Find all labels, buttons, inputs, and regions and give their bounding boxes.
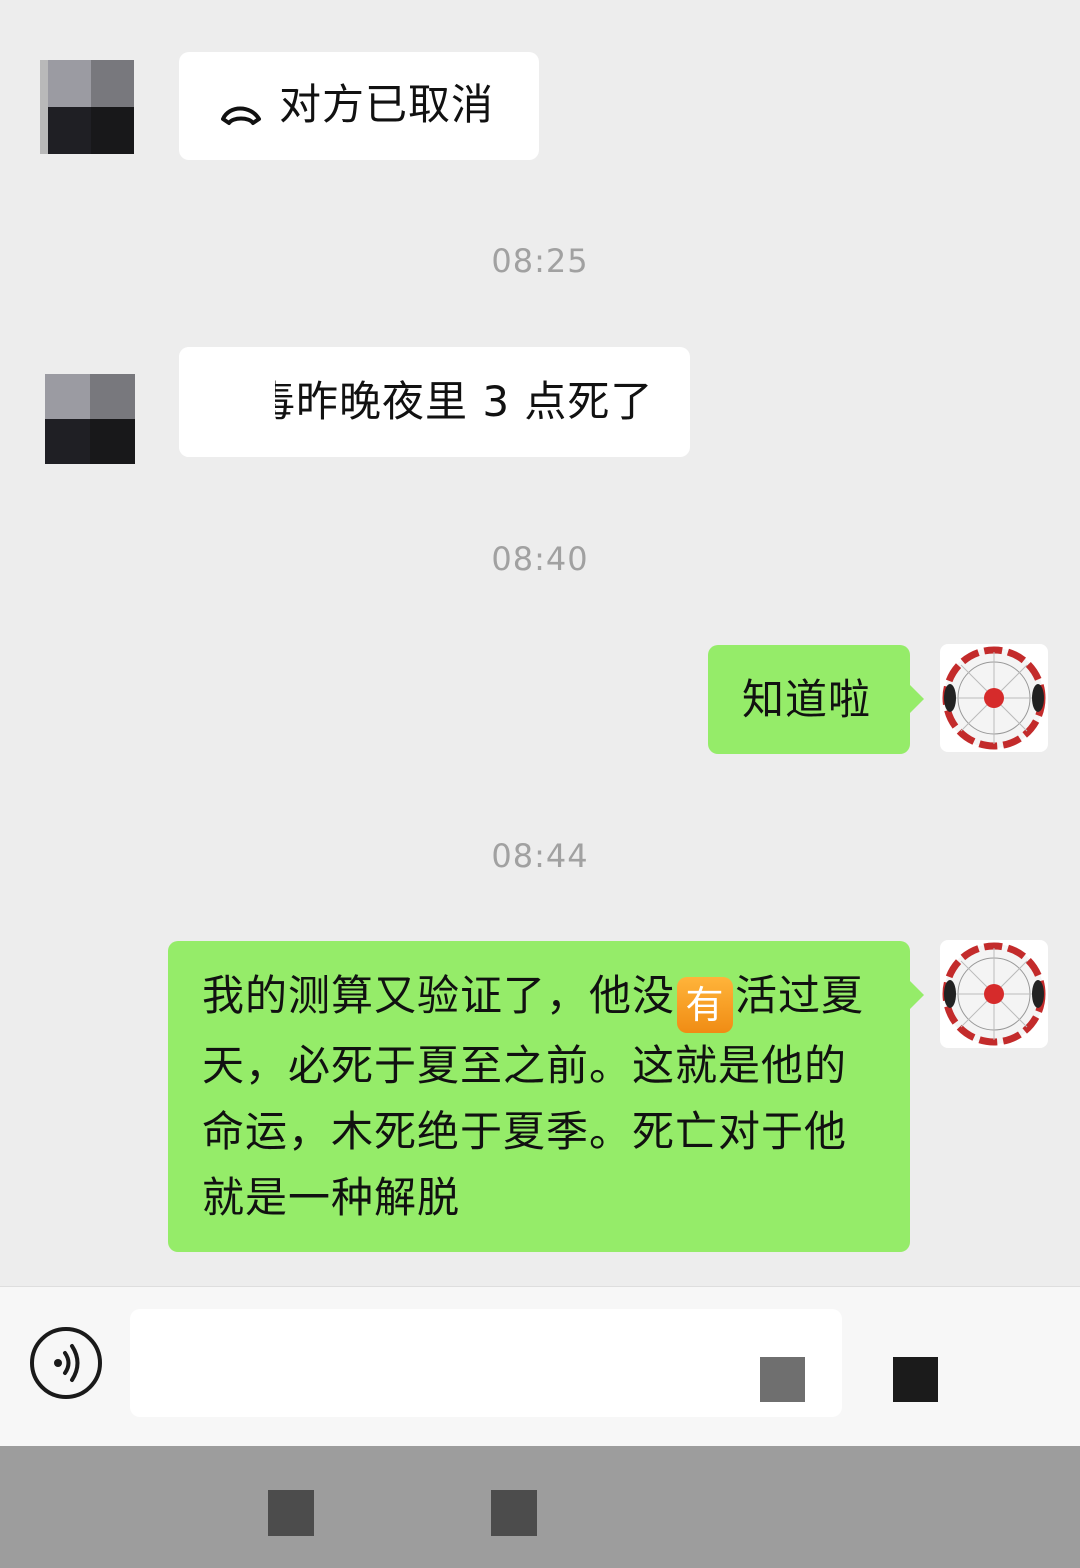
voice-input-icon[interactable] xyxy=(30,1327,102,1399)
timestamp: 08:25 xyxy=(491,242,589,280)
contact-avatar[interactable] xyxy=(45,374,135,464)
bagua-compass-avatar[interactable] xyxy=(940,644,1048,752)
timestamp: 08:40 xyxy=(491,540,589,578)
phone-cancelled-icon xyxy=(219,88,263,125)
bagua-compass-avatar[interactable] xyxy=(940,940,1048,1048)
nav-button[interactable] xyxy=(268,1490,314,1536)
message-text: 毒昨晚夜里 3 点死了 xyxy=(253,377,654,426)
more-button[interactable] xyxy=(893,1357,938,1402)
censor-mask xyxy=(179,347,275,457)
navigation-bar xyxy=(0,1446,1080,1568)
call-message-bubble[interactable]: 对方已取消 xyxy=(179,52,539,160)
contact-avatar[interactable] xyxy=(40,60,134,154)
call-status-text: 对方已取消 xyxy=(279,80,495,129)
input-bar xyxy=(0,1286,1080,1446)
emoji-button[interactable] xyxy=(760,1357,805,1402)
outgoing-message-bubble[interactable]: 我的测算又验证了，他没有活过夏 天，必死于夏至之前。这就是他的 命运，木死绝于夏… xyxy=(168,941,924,1252)
message-text: 知道啦 xyxy=(742,675,872,724)
incoming-message-bubble[interactable]: 毒昨晚夜里 3 点死了 xyxy=(179,347,690,457)
timestamp: 08:44 xyxy=(491,837,589,875)
you-emoji-icon: 有 xyxy=(677,977,734,1033)
nav-button[interactable] xyxy=(491,1490,537,1536)
message-text: 我的测算又验证了，他没有活过夏 天，必死于夏至之前。这就是他的 命运，木死绝于夏… xyxy=(202,971,865,1222)
chat-screen: 对方已取消 08:25 毒昨晚夜里 3 点死了 08:40 知道啦 08:44 xyxy=(0,0,1080,1568)
message-input[interactable] xyxy=(130,1309,842,1417)
outgoing-message-bubble[interactable]: 知道啦 xyxy=(708,645,924,754)
